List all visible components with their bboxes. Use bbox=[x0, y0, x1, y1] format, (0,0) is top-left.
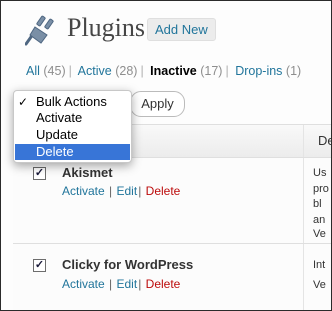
description-text: pro bbox=[313, 183, 329, 195]
version-text: Ve bbox=[313, 279, 326, 291]
bulk-option-update[interactable]: Update bbox=[15, 127, 130, 143]
filter-drop-ins[interactable]: Drop-ins (1) bbox=[235, 64, 301, 78]
filter-active[interactable]: Active (28) bbox=[78, 64, 138, 78]
row-actions: Activate | Edit| Delete bbox=[62, 277, 181, 291]
bulk-option-activate[interactable]: Activate bbox=[15, 110, 130, 126]
description-text: bl bbox=[313, 198, 322, 210]
delete-link[interactable]: Delete bbox=[146, 277, 181, 291]
filter-all[interactable]: All (45) bbox=[26, 64, 66, 78]
description-text: Us bbox=[313, 167, 327, 179]
table-row: ✓ Clicky for WordPress Activate | Edit| … bbox=[13, 244, 331, 310]
plugin-name: Akismet bbox=[62, 165, 113, 180]
delete-link[interactable]: Delete bbox=[146, 184, 181, 198]
description-text: Int bbox=[313, 259, 326, 271]
edit-link[interactable]: Edit bbox=[117, 277, 138, 291]
bulk-option-delete[interactable]: Delete bbox=[15, 144, 130, 160]
filter-inactive[interactable]: Inactive (17) bbox=[150, 64, 222, 78]
plugins-window: Plugins Add New All (45) | Active (28) | I… bbox=[0, 0, 332, 311]
plugin-plug-icon bbox=[25, 15, 54, 46]
activate-link[interactable]: Activate bbox=[62, 184, 105, 198]
bulk-option-bulk-actions[interactable]: ✓ Bulk Actions bbox=[15, 94, 130, 110]
table-row: ✓ Akismet Activate | Edit| Delete Us pro… bbox=[13, 158, 331, 244]
row-checkbox[interactable]: ✓ bbox=[33, 167, 46, 180]
plugin-status-filters: All (45) | Active (28) | Inactive (17) | Dr… bbox=[26, 64, 302, 78]
apply-button[interactable]: Apply bbox=[130, 91, 185, 117]
plugin-name: Clicky for WordPress bbox=[62, 257, 194, 272]
checkmark-icon: ✓ bbox=[18, 95, 29, 109]
row-actions: Activate | Edit| Delete bbox=[62, 184, 181, 198]
description-column-header[interactable]: De bbox=[318, 133, 331, 148]
edit-link[interactable]: Edit bbox=[117, 184, 138, 198]
row-checkbox[interactable]: ✓ bbox=[33, 259, 46, 272]
page-title: Plugins bbox=[67, 13, 146, 42]
version-text: Ve bbox=[313, 228, 326, 240]
activate-link[interactable]: Activate bbox=[62, 277, 105, 291]
add-new-button[interactable]: Add New bbox=[147, 18, 216, 41]
bulk-actions-dropdown[interactable]: ✓ Bulk Actions Activate Update Delete bbox=[13, 90, 132, 163]
